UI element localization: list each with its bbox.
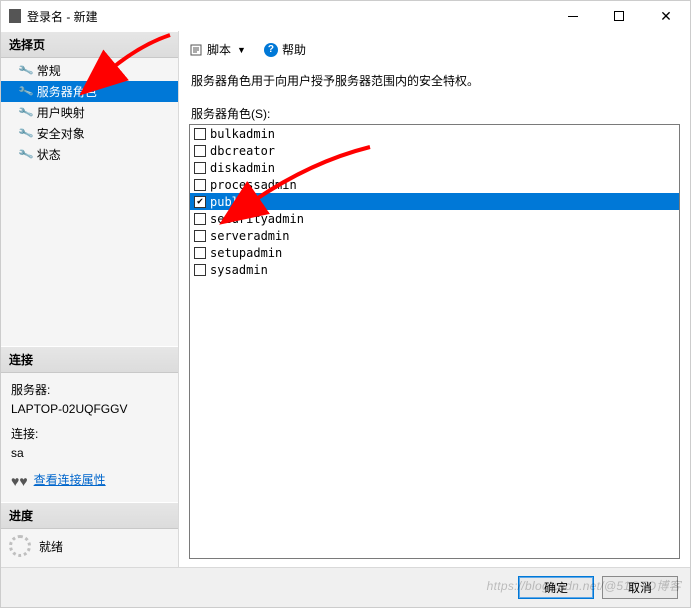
role-label: processadmin	[210, 178, 297, 192]
conn-label: 连接:	[11, 425, 170, 444]
role-row-setupadmin[interactable]: setupadmin	[190, 244, 679, 261]
role-row-diskadmin[interactable]: diskadmin	[190, 159, 679, 176]
minimize-button[interactable]	[550, 1, 596, 31]
progress-block: 就绪	[1, 529, 178, 567]
role-checkbox[interactable]	[194, 230, 206, 242]
role-checkbox[interactable]	[194, 247, 206, 259]
nav-item-status[interactable]: 🔧 状态	[1, 144, 178, 165]
role-label: diskadmin	[210, 161, 275, 175]
progress-status: 就绪	[39, 538, 63, 555]
role-checkbox[interactable]	[194, 179, 206, 191]
nav-item-user-mapping[interactable]: 🔧 用户映射	[1, 102, 178, 123]
role-checkbox[interactable]	[194, 128, 206, 140]
window-title: 登录名 - 新建	[27, 8, 550, 25]
role-label: public	[210, 195, 253, 209]
spinner-icon	[9, 535, 31, 557]
ok-button[interactable]: 确定	[518, 576, 594, 599]
role-checkbox[interactable]	[194, 196, 206, 208]
server-label: 服务器:	[11, 381, 170, 400]
page-description: 服务器角色用于向用户授予服务器范围内的安全特权。	[189, 66, 680, 105]
section-connection: 连接	[1, 346, 178, 373]
nav-item-securables[interactable]: 🔧 安全对象	[1, 123, 178, 144]
server-value: LAPTOP-02UQFGGV	[11, 400, 170, 419]
nav-list: 🔧 常规 🔧 服务器角色 🔧 用户映射 🔧 安全对象 🔧 状态	[1, 58, 178, 175]
content-pane: 脚本 ▼ ? 帮助 服务器角色用于向用户授予服务器范围内的安全特权。 服务器角色…	[179, 31, 690, 567]
wrench-icon: 🔧	[17, 104, 34, 121]
role-checkbox[interactable]	[194, 264, 206, 276]
dialog-body: 选择页 🔧 常规 🔧 服务器角色 🔧 用户映射 🔧 安全对象	[1, 31, 690, 567]
wrench-icon: 🔧	[17, 62, 34, 79]
wrench-icon: 🔧	[17, 146, 34, 163]
cancel-button[interactable]: 取消	[602, 576, 678, 599]
close-button[interactable]: ✕	[642, 1, 690, 31]
section-select-page: 选择页	[1, 31, 178, 58]
chevron-down-icon: ▼	[237, 45, 246, 55]
role-row-sysadmin[interactable]: sysadmin	[190, 261, 679, 278]
role-label: setupadmin	[210, 246, 282, 260]
dialog-window: 登录名 - 新建 ✕ 选择页 🔧 常规 🔧 服务器角色 🔧 用	[0, 0, 691, 608]
role-checkbox[interactable]	[194, 162, 206, 174]
script-dropdown[interactable]: 脚本 ▼	[189, 41, 246, 58]
help-label: 帮助	[282, 41, 306, 58]
role-label: securityadmin	[210, 212, 304, 226]
nav-item-label: 安全对象	[37, 125, 85, 142]
role-checkbox[interactable]	[194, 145, 206, 157]
role-label: dbcreator	[210, 144, 275, 158]
role-label: bulkadmin	[210, 127, 275, 141]
window-buttons: ✕	[550, 1, 690, 31]
section-progress: 进度	[1, 502, 178, 529]
nav-item-label: 服务器角色	[37, 83, 97, 100]
dialog-footer: 确定 取消	[1, 567, 690, 607]
connection-icon: ♥♥	[11, 470, 28, 492]
role-row-serveradmin[interactable]: serveradmin	[190, 227, 679, 244]
toolbar: 脚本 ▼ ? 帮助	[189, 37, 680, 66]
roles-listbox[interactable]: bulkadmin dbcreator diskadmin processadmin p…	[189, 124, 680, 559]
view-connection-link[interactable]: 查看连接属性	[34, 471, 106, 490]
role-row-bulkadmin[interactable]: bulkadmin	[190, 125, 679, 142]
role-row-dbcreator[interactable]: dbcreator	[190, 142, 679, 159]
script-label: 脚本	[207, 41, 231, 58]
nav-item-label: 用户映射	[37, 104, 85, 121]
conn-value: sa	[11, 444, 170, 463]
role-checkbox[interactable]	[194, 213, 206, 225]
help-button[interactable]: ? 帮助	[264, 41, 306, 58]
app-icon	[9, 9, 21, 23]
roles-list-label: 服务器角色(S):	[189, 105, 680, 124]
role-row-public[interactable]: public	[190, 193, 679, 210]
sidebar: 选择页 🔧 常规 🔧 服务器角色 🔧 用户映射 🔧 安全对象	[1, 31, 179, 567]
wrench-icon: 🔧	[17, 125, 34, 142]
script-icon	[189, 43, 203, 57]
nav-item-label: 常规	[37, 62, 61, 79]
help-icon: ?	[264, 43, 278, 57]
nav-item-server-roles[interactable]: 🔧 服务器角色	[1, 81, 178, 102]
wrench-icon: 🔧	[17, 83, 34, 100]
role-label: sysadmin	[210, 263, 268, 277]
role-row-securityadmin[interactable]: securityadmin	[190, 210, 679, 227]
connection-block: 服务器: LAPTOP-02UQFGGV 连接: sa ♥♥ 查看连接属性	[1, 373, 178, 502]
maximize-button[interactable]	[596, 1, 642, 31]
nav-item-label: 状态	[37, 146, 61, 163]
role-label: serveradmin	[210, 229, 289, 243]
role-row-processadmin[interactable]: processadmin	[190, 176, 679, 193]
title-bar: 登录名 - 新建 ✕	[1, 1, 690, 31]
nav-item-general[interactable]: 🔧 常规	[1, 60, 178, 81]
